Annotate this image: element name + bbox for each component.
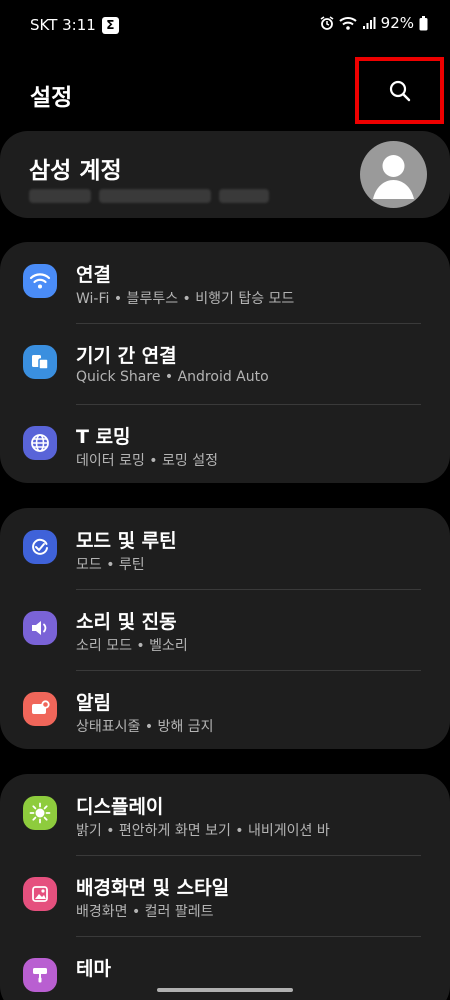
settings-group-display: 디스플레이 밝기 • 편안하게 화면 보기 • 내비게이션 바 배경화면 및 스…	[0, 774, 450, 1000]
settings-item-connections[interactable]: 연결 Wi-Fi • 블루투스 • 비행기 탑승 모드	[0, 242, 450, 322]
avatar[interactable]	[360, 141, 427, 208]
routine-icon	[23, 530, 57, 564]
settings-item-sound-vibration[interactable]: 소리 및 진동 소리 모드 • 벨소리	[0, 589, 450, 669]
battery-percent: 92%	[380, 14, 414, 32]
item-title: 디스플레이	[76, 796, 164, 818]
wallpaper-icon	[23, 877, 57, 911]
status-bar: SKT 3:11 Σ 92%	[0, 0, 450, 50]
wifi-status-icon	[338, 17, 357, 30]
settings-item-roaming[interactable]: T 로밍 데이터 로밍 • 로밍 설정	[0, 404, 450, 484]
item-title: 배경화면 및 스타일	[76, 877, 230, 899]
status-left: SKT 3:11 Σ	[30, 16, 119, 34]
alarm-icon	[320, 16, 334, 30]
item-subtitle: Wi-Fi • 블루투스 • 비행기 탑승 모드	[76, 291, 295, 307]
status-right: 92%	[320, 14, 428, 32]
item-subtitle: 배경화면 • 컬러 팔레트	[76, 904, 214, 920]
settings-item-notifications[interactable]: 알림 상태표시줄 • 방해 금지	[0, 670, 450, 750]
person-icon	[373, 155, 414, 199]
item-title: T 로밍	[76, 426, 131, 448]
sigma-badge-icon: Σ	[101, 16, 119, 34]
item-title: 모드 및 루틴	[76, 530, 177, 552]
page-title: 설정	[30, 85, 73, 111]
item-subtitle: 데이터 로밍 • 로밍 설정	[76, 453, 218, 469]
item-title: 기기 간 연결	[76, 345, 177, 367]
connected-devices-icon	[23, 345, 57, 379]
item-title: 테마	[76, 958, 111, 980]
battery-icon	[419, 15, 428, 30]
search-icon	[389, 80, 410, 101]
notification-icon	[23, 692, 57, 726]
status-carrier-time: SKT 3:11	[30, 16, 96, 34]
item-subtitle: 밝기 • 편안하게 화면 보기 • 내비게이션 바	[76, 823, 330, 839]
settings-item-modes-routines[interactable]: 모드 및 루틴 모드 • 루틴	[0, 508, 450, 588]
signal-icon	[362, 17, 376, 29]
item-title: 연결	[76, 264, 111, 286]
wifi-icon	[23, 264, 57, 298]
search-button[interactable]	[355, 57, 444, 124]
item-title: 알림	[76, 692, 111, 714]
settings-group-connections: 연결 Wi-Fi • 블루투스 • 비행기 탑승 모드 기기 간 연결 Quic…	[0, 242, 450, 483]
account-title: 삼성 계정	[29, 158, 122, 184]
settings-item-connected-devices[interactable]: 기기 간 연결 Quick Share • Android Auto	[0, 323, 450, 403]
account-info-blurred	[29, 189, 269, 203]
globe-icon	[23, 426, 57, 460]
item-subtitle: 모드 • 루틴	[76, 557, 145, 573]
item-title: 소리 및 진동	[76, 611, 177, 633]
speaker-icon	[23, 611, 57, 645]
theme-icon	[23, 958, 57, 992]
samsung-account-card[interactable]: 삼성 계정	[0, 131, 450, 218]
item-subtitle: 소리 모드 • 벨소리	[76, 638, 188, 654]
sun-icon	[23, 796, 57, 830]
item-subtitle: Quick Share • Android Auto	[76, 369, 269, 385]
settings-item-display[interactable]: 디스플레이 밝기 • 편안하게 화면 보기 • 내비게이션 바	[0, 774, 450, 854]
item-subtitle: 상태표시줄 • 방해 금지	[76, 719, 214, 735]
settings-item-wallpaper-style[interactable]: 배경화면 및 스타일 배경화면 • 컬러 팔레트	[0, 855, 450, 935]
settings-group-modes-sound: 모드 및 루틴 모드 • 루틴 소리 및 진동 소리 모드 • 벨소리 알림 상…	[0, 508, 450, 749]
home-indicator[interactable]	[157, 988, 293, 992]
